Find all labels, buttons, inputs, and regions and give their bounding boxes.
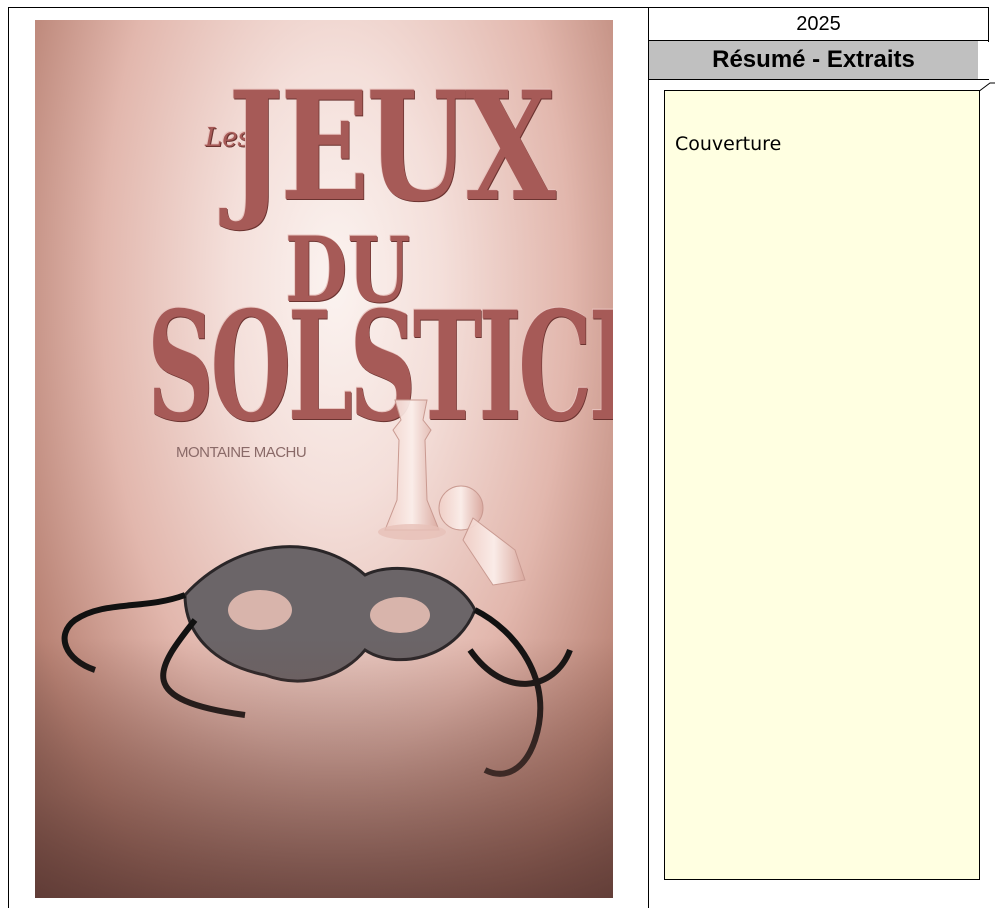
cell-comment-box[interactable]: Couverture — [664, 90, 980, 880]
cover-title-jeux: JEUX — [228, 59, 556, 235]
summary-header-cell[interactable]: Résumé - Extraits — [649, 41, 978, 79]
cover-author: MONTAINE MACHU — [176, 444, 307, 461]
grid-right-line — [988, 7, 989, 42]
grid-header-bottom-line — [648, 79, 989, 80]
comment-text[interactable]: Couverture — [675, 133, 781, 155]
grid-middle-line — [648, 7, 649, 908]
cover-shadow-gradient — [35, 638, 613, 898]
year-cell[interactable]: 2025 — [649, 8, 988, 40]
grid-left-line — [8, 7, 9, 908]
book-cover-image[interactable]: Les JEUX DU SOLSTICE MONTAINE MACHU — [35, 20, 613, 898]
